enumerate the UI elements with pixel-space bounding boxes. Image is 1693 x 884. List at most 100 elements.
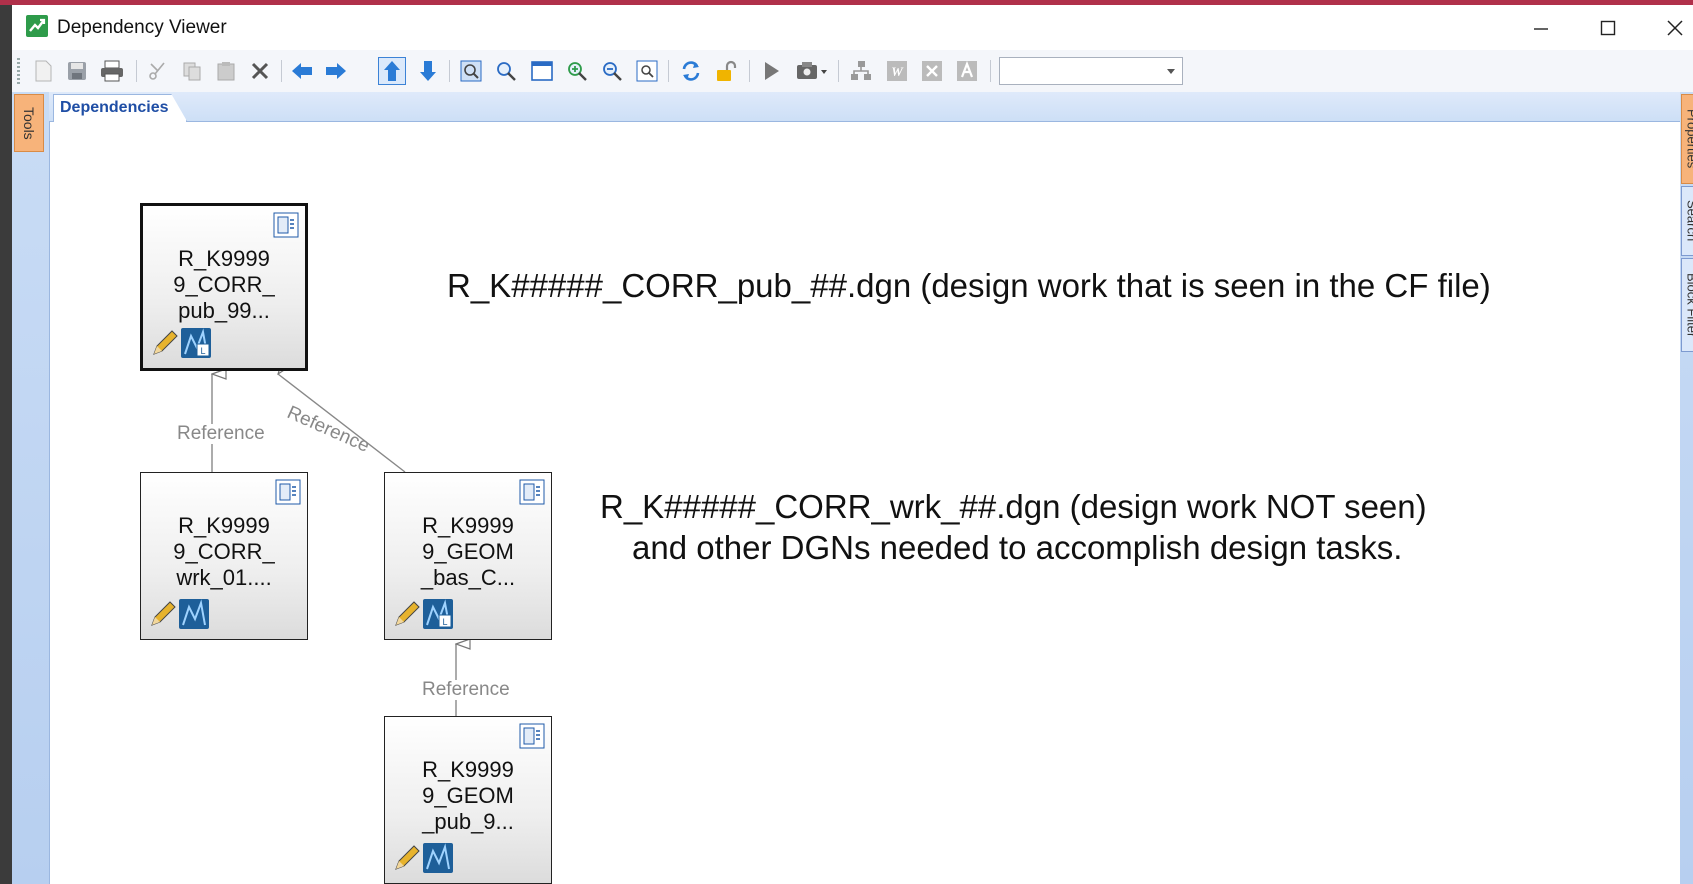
delete-button[interactable] bbox=[246, 57, 274, 85]
copy-icon bbox=[183, 62, 201, 81]
svg-text:L: L bbox=[442, 617, 447, 627]
export-dropdown-icon bbox=[797, 62, 827, 79]
back-arrow-icon bbox=[292, 63, 312, 79]
play-icon bbox=[765, 62, 779, 80]
title-bar: Dependency Viewer bbox=[0, 5, 1693, 50]
new-doc-icon bbox=[35, 60, 52, 82]
paste-icon bbox=[217, 62, 235, 81]
node-file-label: R_K9999 9_CORR_ wrk_01.... bbox=[173, 513, 275, 590]
toolbar-separator bbox=[749, 60, 750, 82]
toolbar-separator bbox=[838, 60, 839, 82]
cut-button[interactable] bbox=[144, 57, 172, 85]
node-file-label: R_K9999 9_CORR_ pub_99... bbox=[173, 246, 275, 323]
toolbar-separator bbox=[449, 60, 450, 82]
view-selector-dropdown[interactable] bbox=[999, 57, 1183, 85]
toolbar-grip[interactable] bbox=[17, 58, 20, 84]
back-button[interactable] bbox=[288, 57, 316, 85]
save-button[interactable] bbox=[63, 57, 91, 85]
up-arrow-icon bbox=[384, 61, 400, 81]
maximize-button[interactable] bbox=[1578, 5, 1638, 50]
zoom-area-button[interactable] bbox=[492, 57, 520, 85]
graph-node-geom-bas[interactable]: R_K9999 9_GEOM _bas_C... L bbox=[384, 472, 552, 640]
right-dock-strip: Properties Search Block Filter bbox=[1680, 92, 1693, 884]
window-icon bbox=[531, 61, 553, 81]
new-document-button[interactable] bbox=[29, 57, 57, 85]
tab-dependencies[interactable]: Dependencies bbox=[53, 94, 188, 122]
tools-panel-tab[interactable]: Tools bbox=[14, 94, 44, 152]
hierarchy-button[interactable] bbox=[847, 57, 875, 85]
paste-button[interactable] bbox=[212, 57, 240, 85]
minimize-button[interactable] bbox=[1511, 5, 1571, 50]
properties-panel-tab[interactable]: Properties bbox=[1681, 94, 1693, 184]
pencil-icon bbox=[393, 600, 421, 633]
search-tab-label: Search bbox=[1684, 200, 1693, 242]
print-icon bbox=[101, 60, 123, 82]
wrk-file-annotation-line1: R_K#####_CORR_wrk_##.dgn (design work NO… bbox=[600, 488, 1427, 525]
zoom-fit-button[interactable] bbox=[633, 57, 661, 85]
toolbar-separator bbox=[990, 60, 991, 82]
hierarchy-icon bbox=[851, 61, 871, 80]
edge-label: Reference bbox=[422, 679, 510, 700]
document-icon bbox=[273, 212, 299, 243]
graph-node-corr-wrk[interactable]: R_K9999 9_CORR_ wrk_01.... bbox=[140, 472, 308, 640]
dependency-graph-canvas[interactable]: Reference Reference Reference R_K9999 9_… bbox=[49, 122, 1680, 884]
copy-button[interactable] bbox=[178, 57, 206, 85]
refresh-icon bbox=[682, 61, 700, 81]
toolbar-separator bbox=[136, 60, 137, 82]
zoom-in-button[interactable] bbox=[563, 57, 591, 85]
search-panel-tab[interactable]: Search bbox=[1681, 186, 1693, 256]
graph-node-corr-pub[interactable]: R_K9999 9_CORR_ pub_99... L bbox=[140, 203, 308, 371]
fit-view-button[interactable] bbox=[457, 57, 485, 85]
document-icon bbox=[519, 479, 545, 510]
save-icon bbox=[68, 62, 86, 80]
chevron-down-icon bbox=[1167, 69, 1175, 74]
svg-text:W: W bbox=[891, 64, 904, 79]
pencil-icon bbox=[393, 844, 421, 877]
properties-tab-label: Properties bbox=[1684, 109, 1693, 169]
excel-export-button[interactable] bbox=[918, 57, 946, 85]
access-export-icon bbox=[957, 60, 977, 81]
zoom-area-icon bbox=[497, 62, 516, 81]
print-button[interactable] bbox=[98, 57, 126, 85]
word-export-icon: W bbox=[887, 61, 907, 81]
excel-export-icon bbox=[922, 61, 942, 81]
zoom-out-icon bbox=[603, 62, 622, 81]
microstation-dgn-icon: L bbox=[181, 328, 211, 363]
fit-view-icon bbox=[460, 60, 482, 82]
maximize-icon bbox=[1600, 20, 1616, 35]
unlock-button[interactable] bbox=[712, 57, 740, 85]
microstation-dgn-icon bbox=[179, 599, 209, 634]
close-icon bbox=[1667, 19, 1683, 36]
document-tab-strip: Dependencies bbox=[49, 92, 1680, 122]
unlock-icon bbox=[717, 60, 737, 81]
close-button[interactable] bbox=[1645, 5, 1693, 50]
graph-node-geom-pub[interactable]: R_K9999 9_GEOM _pub_9... bbox=[384, 716, 552, 884]
node-file-label: R_K9999 9_GEOM _bas_C... bbox=[420, 513, 516, 590]
window-view-button[interactable] bbox=[528, 57, 556, 85]
microstation-dgn-icon: L bbox=[423, 599, 453, 634]
cut-icon bbox=[149, 62, 165, 80]
left-dock-strip: Tools bbox=[12, 92, 49, 884]
move-down-button[interactable] bbox=[414, 57, 442, 85]
toolbar-separator bbox=[281, 60, 282, 82]
delete-icon bbox=[251, 62, 269, 80]
microstation-dgn-icon bbox=[423, 843, 453, 878]
zoom-in-icon bbox=[568, 62, 587, 81]
forward-button[interactable] bbox=[322, 57, 350, 85]
refresh-button[interactable] bbox=[677, 57, 705, 85]
wrk-file-annotation-line2: and other DGNs needed to accomplish desi… bbox=[632, 529, 1403, 566]
main-toolbar: W bbox=[0, 50, 1693, 92]
run-button[interactable] bbox=[757, 57, 785, 85]
pencil-icon bbox=[149, 600, 177, 633]
node-file-label: R_K9999 9_GEOM _pub_9... bbox=[422, 757, 514, 834]
block-filter-panel-tab[interactable]: Block Filter bbox=[1681, 258, 1693, 352]
access-export-button[interactable] bbox=[953, 57, 981, 85]
document-icon bbox=[519, 723, 545, 754]
zoom-out-button[interactable] bbox=[598, 57, 626, 85]
zoom-fit-icon bbox=[636, 60, 658, 82]
word-export-button[interactable]: W bbox=[883, 57, 911, 85]
svg-text:L: L bbox=[200, 346, 205, 356]
down-arrow-icon bbox=[420, 61, 436, 81]
export-dropdown-button[interactable] bbox=[794, 57, 830, 85]
move-up-button[interactable] bbox=[378, 57, 406, 85]
